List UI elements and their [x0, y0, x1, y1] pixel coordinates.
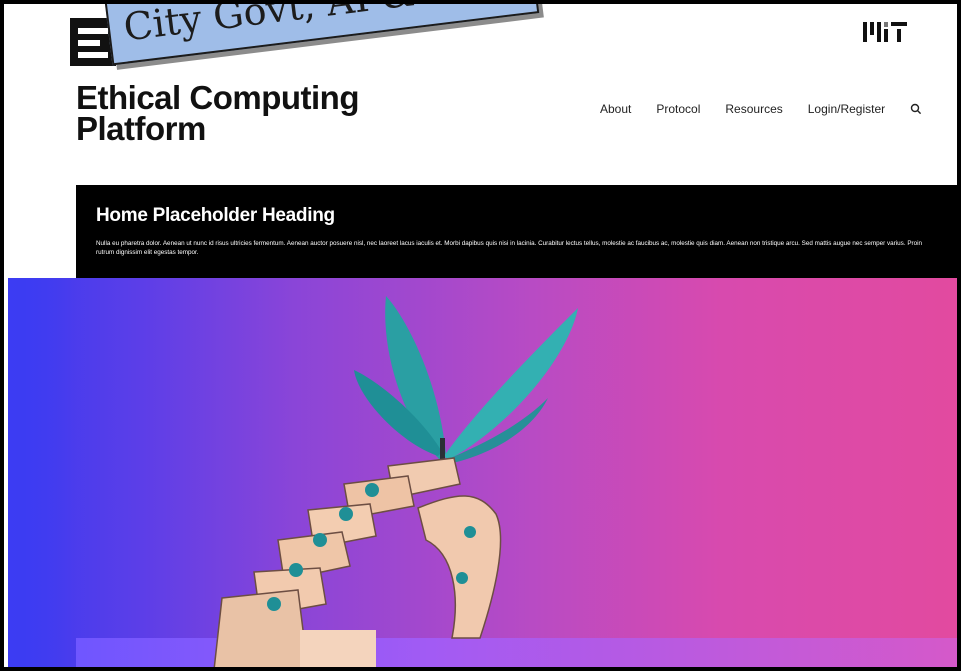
caption-sticker: City Govt, AI & Ro [102, 0, 540, 66]
browser-screenshot: Ethical Computing Platform About Protoco… [0, 0, 961, 671]
nav-link-about[interactable]: About [600, 102, 631, 116]
nav-link-login-register[interactable]: Login/Register [808, 102, 885, 116]
nav-link-protocol[interactable]: Protocol [656, 102, 700, 116]
robot-hand-icon [213, 457, 502, 667]
search-icon[interactable] [910, 103, 922, 115]
nav-link-resources[interactable]: Resources [725, 102, 782, 116]
hero-heading: Home Placeholder Heading [96, 205, 335, 226]
hero-image [8, 278, 957, 667]
caption-sticker-text: City Govt, AI & Ro [121, 0, 481, 50]
hero-body-text: Nulla eu pharetra dolor. Aenean ut nunc … [96, 240, 923, 256]
site-title-line-1: Ethical Computing [76, 79, 360, 116]
main-nav: About Protocol Resources Login/Register [600, 102, 922, 116]
robot-hand-illustration [213, 296, 578, 667]
site-title-line-2: Platform [76, 110, 206, 147]
site-title[interactable]: Ethical Computing Platform [76, 79, 360, 147]
hero-text-band: Home Placeholder Heading Nulla eu pharet… [76, 185, 957, 278]
mit-logo[interactable] [863, 20, 923, 44]
butterfly-icon [354, 296, 578, 466]
